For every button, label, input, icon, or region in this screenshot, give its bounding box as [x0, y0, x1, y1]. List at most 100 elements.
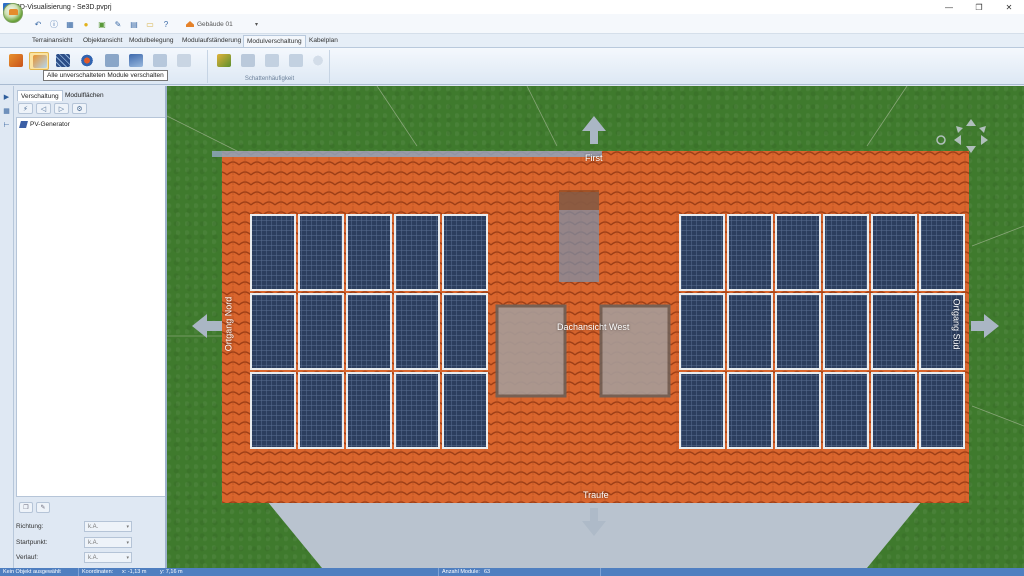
status-divider: [78, 568, 79, 576]
move-left-icon[interactable]: ◁: [36, 103, 51, 114]
minimize-button[interactable]: —: [934, 0, 964, 14]
solar-module[interactable]: [871, 293, 917, 370]
panel-tab-verschaltung[interactable]: Verschaltung: [17, 90, 63, 101]
close-button[interactable]: ✕: [994, 0, 1024, 14]
house-connect-button[interactable]: [6, 52, 26, 70]
solar-module[interactable]: [775, 293, 821, 370]
solar-module[interactable]: [823, 372, 869, 449]
inverter-button[interactable]: [77, 52, 97, 70]
panel-icon: [129, 54, 143, 67]
select-value: k.A.: [88, 540, 99, 546]
string-tool-icon[interactable]: ⚡: [18, 103, 33, 114]
tab-modulbelegung[interactable]: Modulbelegung: [126, 35, 176, 47]
arrow-left-icon: [192, 314, 222, 338]
left-panel: Verschaltung Modulflächen ⚡ ◁ ▷ ⚙ PV-Gen…: [14, 86, 166, 568]
solar-module[interactable]: [394, 293, 440, 370]
info-icon[interactable]: ⓘ: [48, 18, 60, 30]
tab-modulverschaltung[interactable]: Modulverschaltung: [243, 35, 306, 47]
shadow-option-1-button[interactable]: [238, 52, 258, 70]
tab-objektansicht[interactable]: Objektansicht: [80, 35, 125, 47]
title-bar: 3D-Visualisierung - Se3D.pvprj — ❐ ✕: [0, 0, 1024, 14]
verlauf-select[interactable]: k.A. ▾: [84, 552, 132, 563]
solar-module[interactable]: [442, 214, 488, 291]
solar-module[interactable]: [919, 372, 965, 449]
hierarchy-icon[interactable]: ⊢: [2, 120, 11, 129]
solar-module[interactable]: [442, 372, 488, 449]
folder-icon[interactable]: ▭: [144, 18, 156, 30]
connect-all-modules-button[interactable]: [29, 52, 49, 70]
move-right-icon[interactable]: ▷: [54, 103, 69, 114]
module-array-left: [250, 214, 488, 449]
solar-module[interactable]: [727, 372, 773, 449]
chevron-down-icon: ▾: [126, 524, 129, 530]
solar-module[interactable]: [823, 293, 869, 370]
status-divider: [600, 568, 601, 576]
property-label: Verlauf:: [16, 554, 39, 561]
tab-terrainansicht[interactable]: Terrainansicht: [29, 35, 75, 47]
3d-viewport[interactable]: First Traufe Dachansicht West Ortgang No…: [167, 86, 1024, 568]
navigation-widget: [936, 119, 988, 153]
ridge-bar: [212, 151, 602, 157]
screenshot-icon[interactable]: ▣: [96, 18, 108, 30]
disconnect-button[interactable]: [102, 52, 122, 70]
solar-module[interactable]: [679, 293, 725, 370]
chevron-down-icon: ▾: [126, 540, 129, 546]
pen-icon[interactable]: ✎: [36, 502, 50, 513]
roof-window-left: [495, 304, 567, 398]
shadow-option-4-button[interactable]: [308, 52, 328, 70]
connect-modules-icon: [33, 55, 47, 68]
startpunkt-select[interactable]: k.A. ▾: [84, 537, 132, 548]
settings-icon[interactable]: ⚙: [72, 103, 87, 114]
solar-module[interactable]: [442, 293, 488, 370]
tab-kabelplan[interactable]: Kabelplan: [306, 35, 341, 47]
undo-icon[interactable]: ↶: [32, 18, 44, 30]
tab-modulaufstaenderung[interactable]: Modulaufständerung: [179, 35, 244, 47]
panel-disabled-button[interactable]: [174, 52, 194, 70]
solar-module[interactable]: [394, 214, 440, 291]
shadow-option-3-button[interactable]: [286, 52, 306, 70]
grid-icon[interactable]: ▦: [64, 18, 76, 30]
panel-flat-button[interactable]: [150, 52, 170, 70]
solar-module[interactable]: [346, 214, 392, 291]
roof-label-left: Ortgang Nord: [223, 296, 234, 352]
roof-label-bottom: Traufe: [583, 490, 609, 500]
layers-icon[interactable]: ▦: [2, 106, 11, 115]
solar-module[interactable]: [871, 372, 917, 449]
solar-module[interactable]: [346, 293, 392, 370]
tree-item-pv-generator[interactable]: PV-Generator: [19, 121, 70, 128]
shadow-option-2-button[interactable]: [262, 52, 282, 70]
solar-module[interactable]: [823, 214, 869, 291]
tool-icon[interactable]: ✎: [112, 18, 124, 30]
solar-module[interactable]: [298, 372, 344, 449]
solar-module[interactable]: [775, 372, 821, 449]
bulb-icon[interactable]: ●: [80, 18, 92, 30]
solar-module[interactable]: [727, 293, 773, 370]
building-select[interactable]: Gebäude 01 ▾: [186, 18, 258, 30]
solar-module[interactable]: [394, 372, 440, 449]
solar-module[interactable]: [298, 214, 344, 291]
solar-module[interactable]: [298, 293, 344, 370]
copy-icon[interactable]: ❐: [19, 502, 33, 513]
help-icon[interactable]: ?: [160, 18, 172, 30]
solar-module[interactable]: [346, 372, 392, 449]
maximize-button[interactable]: ❐: [964, 0, 994, 14]
module-string-button[interactable]: [53, 52, 73, 70]
table-icon[interactable]: ▤: [128, 18, 140, 30]
richtung-select[interactable]: k.A. ▾: [84, 521, 132, 532]
shadow-frequency-button[interactable]: [214, 52, 234, 70]
select-value: k.A.: [88, 524, 99, 530]
panel-view-button[interactable]: [126, 52, 146, 70]
solar-module[interactable]: [871, 214, 917, 291]
solar-module[interactable]: [727, 214, 773, 291]
app-menu-button[interactable]: [3, 3, 23, 23]
solar-module[interactable]: [775, 214, 821, 291]
roof-label-top: First: [585, 153, 603, 163]
solar-module[interactable]: [250, 214, 296, 291]
expand-icon[interactable]: ▶: [2, 92, 11, 101]
solar-module[interactable]: [250, 293, 296, 370]
solar-module[interactable]: [919, 214, 965, 291]
solar-module[interactable]: [679, 214, 725, 291]
solar-module[interactable]: [250, 372, 296, 449]
solar-module[interactable]: [679, 372, 725, 449]
panel-tab-modulflaechen[interactable]: Modulflächen: [62, 90, 107, 101]
